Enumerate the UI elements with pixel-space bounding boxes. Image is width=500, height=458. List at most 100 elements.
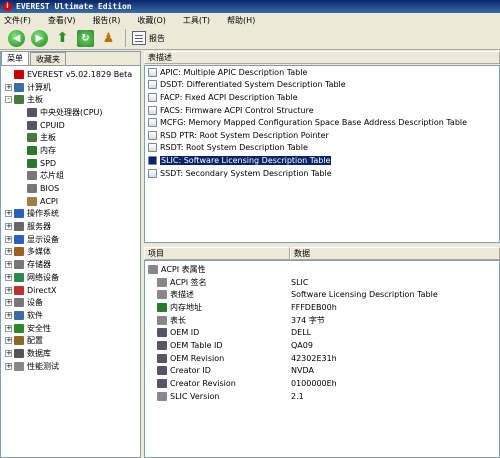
tree-item-label: 计算机 xyxy=(27,82,51,92)
tree-item[interactable]: + 显示设备 xyxy=(1,233,140,246)
tree-item-label: 主板 xyxy=(27,95,43,105)
tree-item[interactable]: SPD xyxy=(1,157,140,170)
tab-favorites[interactable]: 收藏夹 xyxy=(30,52,66,65)
detail-row[interactable]: OEM Revision 42302E31h xyxy=(145,352,499,365)
table-list-item[interactable]: APIC: Multiple APIC Description Table xyxy=(145,66,499,79)
back-button[interactable]: ◀ xyxy=(8,29,25,47)
expand-icon[interactable]: + xyxy=(5,83,12,91)
tree-item[interactable]: 主板 xyxy=(1,131,140,144)
tree-item-label: 安全性 xyxy=(27,323,51,333)
detail-item-icon xyxy=(157,277,167,287)
column-header-item[interactable]: 项目 xyxy=(144,247,290,260)
tree-item[interactable]: EVEREST v5.02.1829 Beta xyxy=(1,68,140,81)
expand-icon[interactable]: + xyxy=(5,286,12,294)
detail-row[interactable]: ACPI 表属性 xyxy=(145,263,499,276)
detail-row[interactable]: Creator ID NVDA xyxy=(145,365,499,378)
detail-item: ACPI 签名 xyxy=(157,277,207,288)
menu-file[interactable]: 文件(F) xyxy=(4,15,31,26)
tree-item[interactable]: BIOS xyxy=(1,182,140,195)
detail-item-label: OEM Table ID xyxy=(170,340,223,350)
tree-item[interactable]: + 网络设备 xyxy=(1,271,140,284)
table-list-header[interactable]: 表描述 xyxy=(144,51,500,64)
tree-item-icon xyxy=(27,133,37,143)
table-list-item[interactable]: SLIC: Software Licensing Description Tab… xyxy=(145,154,499,167)
tree-item[interactable]: + 安全性 xyxy=(1,322,140,335)
tree-item[interactable]: + 数据库 xyxy=(1,347,140,360)
tree-item[interactable]: ACPI xyxy=(1,195,140,208)
detail-item-icon xyxy=(157,366,167,376)
expand-icon[interactable]: + xyxy=(5,248,12,256)
expand-icon[interactable]: + xyxy=(5,235,12,243)
detail-row[interactable]: OEM ID DELL xyxy=(145,326,499,339)
menu-help[interactable]: 帮助(H) xyxy=(227,15,255,26)
tree-item-icon xyxy=(14,272,24,282)
expand-icon[interactable]: + xyxy=(5,210,12,218)
detail-row[interactable]: OEM Table ID QA09 xyxy=(145,339,499,352)
report-button[interactable]: 报告 xyxy=(132,31,165,45)
menu-report[interactable]: 报告(R) xyxy=(93,15,121,26)
detail-item: OEM ID xyxy=(157,328,199,338)
user-button[interactable]: ♟ xyxy=(100,30,117,47)
title-bar: i EVEREST Ultimate Edition xyxy=(0,0,500,13)
tree-item[interactable]: + 存储器 xyxy=(1,258,140,271)
table-list-item[interactable]: FACS: Firmware ACPI Control Structure xyxy=(145,104,499,117)
table-icon xyxy=(148,118,157,128)
menu-favorites[interactable]: 收藏(O) xyxy=(137,15,166,26)
table-list-item[interactable]: MCFG: Memory Mapped Configuration Space … xyxy=(145,116,499,129)
tree-item[interactable]: - 主板 xyxy=(1,93,140,106)
expand-icon[interactable]: + xyxy=(5,299,12,307)
detail-row[interactable]: ACPI 签名 SLIC xyxy=(145,276,499,289)
tree-item-icon xyxy=(14,310,24,320)
tab-menu[interactable]: 菜单 xyxy=(1,51,29,65)
expand-icon[interactable]: + xyxy=(5,337,12,345)
table-list-item[interactable]: RSD PTR: Root System Description Pointer xyxy=(145,129,499,142)
column-header-value[interactable]: 数据 xyxy=(290,247,500,260)
expand-icon[interactable]: + xyxy=(5,311,12,319)
tree-item[interactable]: + 服务器 xyxy=(1,220,140,233)
tree-item-label: 设备 xyxy=(27,298,43,308)
tree-item[interactable]: 内存 xyxy=(1,144,140,157)
table-list-label: APIC: Multiple APIC Description Table xyxy=(160,67,308,77)
tree-item[interactable]: + 设备 xyxy=(1,296,140,309)
tree-item[interactable]: + DirectX xyxy=(1,284,140,297)
menu-tools[interactable]: 工具(T) xyxy=(183,15,210,26)
tree-item[interactable]: + 配置 xyxy=(1,334,140,347)
tree-item[interactable]: + 操作系统 xyxy=(1,208,140,221)
table-list-item[interactable]: DSDT: Differentiated System Description … xyxy=(145,79,499,92)
tree-item-label: DirectX xyxy=(27,285,57,295)
menu-bar: 文件(F) 查看(V) 报告(R) 收藏(O) 工具(T) 帮助(H) xyxy=(0,13,500,27)
tree-item[interactable]: 中央处理器(CPU) xyxy=(1,106,140,119)
collapse-icon[interactable]: - xyxy=(5,96,12,104)
tree-item-icon xyxy=(14,336,24,346)
detail-row[interactable]: 表描述 Software Licensing Description Table xyxy=(145,288,499,301)
table-list-item[interactable]: RSDT: Root System Description Table xyxy=(145,142,499,155)
tree-item-label: 数据库 xyxy=(27,348,51,358)
menu-view[interactable]: 查看(V) xyxy=(48,15,76,26)
tree-item[interactable]: 芯片组 xyxy=(1,170,140,183)
detail-row[interactable]: Creator Revision 0100000Eh xyxy=(145,377,499,390)
detail-row[interactable]: 表长 374 字节 xyxy=(145,314,499,327)
expand-icon[interactable]: + xyxy=(5,324,12,332)
detail-row[interactable]: SLIC Version 2.1 xyxy=(145,390,499,403)
tree-item-label: BIOS xyxy=(40,184,60,194)
tree-item[interactable]: + 软件 xyxy=(1,309,140,322)
expand-icon[interactable]: + xyxy=(5,273,12,281)
refresh-button[interactable]: ↻ xyxy=(77,29,94,47)
expand-icon[interactable]: + xyxy=(5,261,12,269)
expand-icon[interactable]: + xyxy=(5,349,12,357)
expand-icon[interactable]: + xyxy=(5,362,12,370)
tree-item[interactable]: + 多媒体 xyxy=(1,246,140,259)
acpi-table-list: APIC: Multiple APIC Description Table DSD… xyxy=(144,65,500,243)
tree-item[interactable]: CPUID xyxy=(1,119,140,132)
table-list-item[interactable]: SSDT: Secondary System Description Table xyxy=(145,167,499,180)
expand-icon[interactable]: + xyxy=(5,223,12,231)
tree-item[interactable]: + 计算机 xyxy=(1,81,140,94)
detail-value: FFFDEB00h xyxy=(291,302,337,312)
forward-button[interactable]: ▶ xyxy=(31,29,48,47)
up-button[interactable]: ⬆ xyxy=(54,30,71,47)
table-list-item[interactable]: FACP: Fixed ACPI Description Table xyxy=(145,91,499,104)
left-pane: 菜单 收藏夹 EVEREST v5.02.1829 Beta + 计算机 - 主板 中央处… xyxy=(0,51,141,458)
detail-row[interactable]: 内存地址 FFFDEB00h xyxy=(145,301,499,314)
tree-item-label: 显示设备 xyxy=(27,234,59,244)
tree-item[interactable]: + 性能测试 xyxy=(1,360,140,373)
